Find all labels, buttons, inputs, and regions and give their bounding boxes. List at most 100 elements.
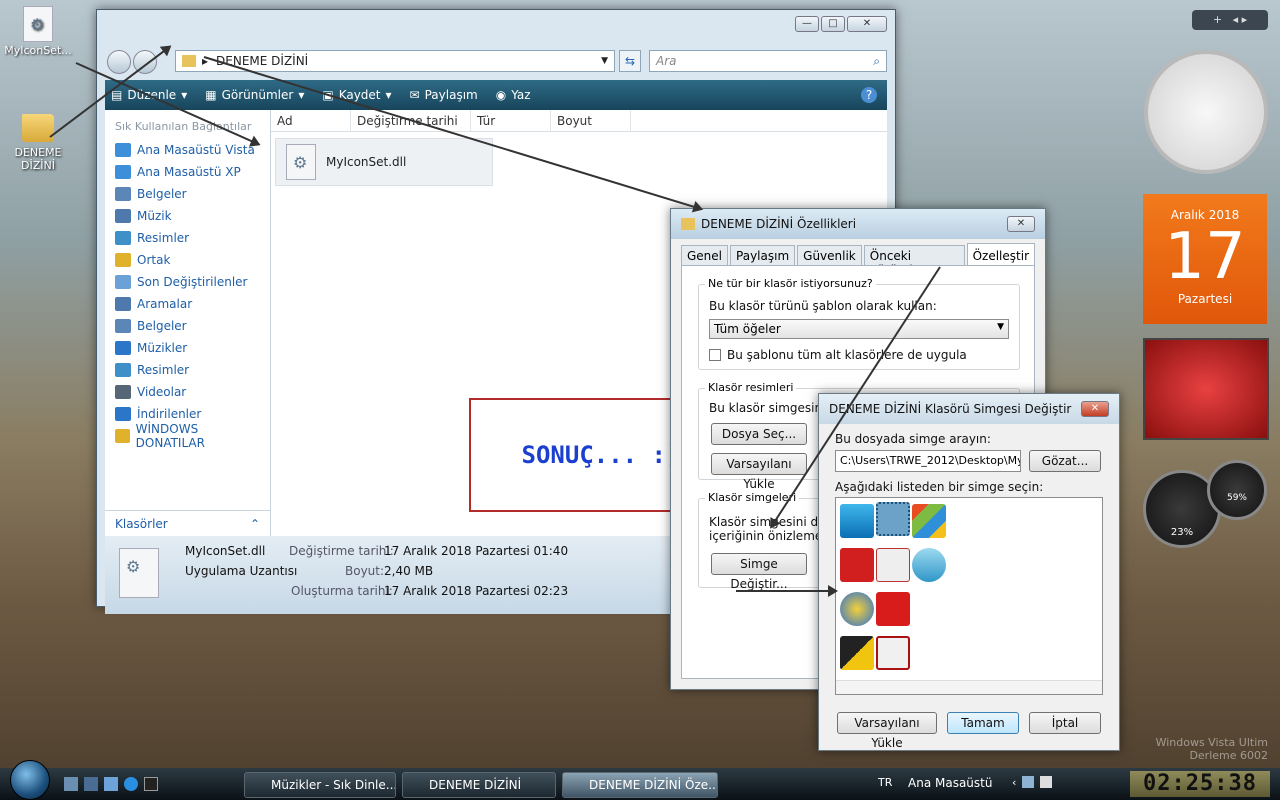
refresh-button[interactable]: ⇆ xyxy=(619,50,641,72)
dll-file-icon xyxy=(23,6,53,42)
share-button[interactable]: ✉ Paylaşım xyxy=(410,88,478,102)
details-name: MyIconSet.dll xyxy=(185,544,266,558)
sidebar-item[interactable]: Belgeler xyxy=(105,183,270,205)
computer-icon[interactable] xyxy=(104,777,118,791)
choose-file-button[interactable]: Dosya Seç... xyxy=(711,423,807,445)
cancel-button[interactable]: İptal xyxy=(1029,712,1101,734)
apply-subfolders-checkbox[interactable] xyxy=(709,349,721,361)
taskbar-item-music[interactable]: Müzikler - Sık Dinle... xyxy=(244,772,396,798)
desktop-icon-dll[interactable]: MyIconSet... xyxy=(0,6,76,57)
restore-default-button[interactable]: Varsayılanı Yükle xyxy=(837,712,937,750)
ok-button[interactable]: Tamam xyxy=(947,712,1019,734)
dll-file-icon xyxy=(286,144,316,180)
icon-list[interactable] xyxy=(835,497,1103,695)
close-button[interactable]: ✕ xyxy=(1007,216,1035,232)
sidebar-item[interactable]: Müzikler xyxy=(105,337,270,359)
restore-default-button[interactable]: Varsayılanı Yükle xyxy=(711,453,807,491)
file-item-dll[interactable]: MyIconSet.dll xyxy=(275,138,493,186)
sidebar-item-label: Müzikler xyxy=(137,341,188,355)
emblem-icon[interactable] xyxy=(876,548,910,582)
network-tray-icon[interactable] xyxy=(1022,776,1035,788)
gadget-sidebar-controls[interactable]: + ◂ ▸ xyxy=(1192,10,1268,30)
sidebar-item[interactable]: WİNDOWS DONATILAR xyxy=(105,422,270,450)
clock-gadget xyxy=(1144,50,1268,174)
sidebar-item[interactable]: Ana Masaüstü XP xyxy=(105,161,270,183)
burn-icon: ◉ xyxy=(495,88,507,102)
usb-drive-icon[interactable] xyxy=(840,636,874,670)
calendar-weekday: Pazartesi xyxy=(1177,292,1233,306)
minimize-button[interactable]: — xyxy=(795,16,819,32)
volume-tray-icon[interactable] xyxy=(1040,776,1053,788)
details-modified-value: 17 Aralık 2018 Pazartesi 01:40 xyxy=(384,544,569,558)
views-menu[interactable]: ▦ Görünümler ▾ xyxy=(205,88,304,102)
desktop-icon-folder[interactable]: DENEME DİZİNİ xyxy=(0,108,76,172)
horizontal-scrollbar[interactable] xyxy=(836,680,1102,694)
chevron-down-icon: ▼ xyxy=(997,322,1004,332)
switch-windows-icon[interactable] xyxy=(84,777,98,791)
template-label: Bu klasör türünü şablon olarak kullan: xyxy=(709,299,937,313)
taskbar: Müzikler - Sık Dinle... DENEME DİZİNİ DE… xyxy=(0,760,1280,800)
monitor-icon[interactable] xyxy=(840,504,874,538)
taskbar-item-properties[interactable]: DENEME DİZİNİ Öze... xyxy=(562,772,718,798)
icon-list-label: Aşağıdaki listeden bir simge seçin: xyxy=(835,480,1044,494)
expand-tray-icon[interactable]: ‹ xyxy=(1012,776,1016,789)
sidebar-item[interactable]: Son Değiştirilenler xyxy=(105,271,270,293)
desktop-toolbar-label[interactable]: Ana Masaüstü xyxy=(908,776,992,790)
change-icon-button[interactable]: Simge Değiştir... xyxy=(711,553,807,591)
sidebar-item[interactable]: Ana Masaüstü Vista xyxy=(105,139,270,161)
template-select[interactable]: Tüm öğeler ▼ xyxy=(709,319,1009,339)
terminal-icon[interactable] xyxy=(144,777,158,791)
help-icon[interactable]: ? xyxy=(861,87,877,103)
sidebar-item[interactable]: Resimler xyxy=(105,359,270,381)
taskbar-clock[interactable]: 02:25:38 xyxy=(1130,771,1270,797)
red-c-icon[interactable] xyxy=(840,548,874,582)
folders-toggle[interactable]: Klasörler ⌃ xyxy=(105,510,270,536)
sidebar-item-label: Aramalar xyxy=(137,297,193,311)
desktop-icon-label: MyIconSet... xyxy=(4,44,72,57)
turkish-flag-icon[interactable] xyxy=(876,592,910,626)
calendar-gadget: Aralık 2018 17 Pazartesi xyxy=(1143,194,1267,324)
quick-launch xyxy=(64,777,158,791)
browse-button[interactable]: Gözat... xyxy=(1029,450,1101,472)
folder-link-icon xyxy=(115,363,131,377)
sidebar-item-label: WİNDOWS DONATILAR xyxy=(135,422,205,450)
media-icon[interactable] xyxy=(912,548,946,582)
sidebar-item[interactable]: Ortak xyxy=(105,249,270,271)
sidebar-item[interactable]: Aramalar xyxy=(105,293,270,315)
close-button[interactable]: ✕ xyxy=(847,16,887,32)
taskbar-item-folder[interactable]: DENEME DİZİNİ xyxy=(402,772,556,798)
close-button[interactable]: ✕ xyxy=(1081,401,1109,417)
network-icon[interactable] xyxy=(876,502,910,536)
template-group: Ne tür bir klasör istiyorsunuz? Bu klasö… xyxy=(698,277,1020,370)
column-size[interactable]: Boyut xyxy=(551,110,631,131)
sidebar-item-label: Son Değiştirilenler xyxy=(137,275,248,289)
folder-link-icon xyxy=(115,385,131,399)
icon-file-path-input[interactable]: C:\Users\TRWE_2012\Desktop\MyIco xyxy=(835,450,1021,472)
search-icon[interactable]: ⌕ xyxy=(873,51,880,71)
windows-logo-icon[interactable] xyxy=(912,504,946,538)
start-button[interactable] xyxy=(10,760,50,800)
column-name[interactable]: Ad xyxy=(271,110,351,131)
search-input[interactable]: Ara ⌕ xyxy=(649,50,887,72)
sidebar-item[interactable]: Videolar xyxy=(105,381,270,403)
language-indicator[interactable]: TR xyxy=(878,776,892,789)
sidebar-item-label: Resimler xyxy=(137,231,190,245)
sidebar-item[interactable]: Müzik xyxy=(105,205,270,227)
globe-icon[interactable] xyxy=(840,592,874,626)
column-type[interactable]: Tür xyxy=(471,110,551,131)
ie-icon[interactable] xyxy=(124,777,138,791)
sidebar-item[interactable]: Resimler xyxy=(105,227,270,249)
maximize-button[interactable]: □ xyxy=(821,16,845,32)
sidebar-item[interactable]: Belgeler xyxy=(105,315,270,337)
apply-subfolders-label: Bu şablonu tüm alt klasörlere de uygula xyxy=(727,348,967,362)
burn-button[interactable]: ◉ Yaz xyxy=(496,88,531,102)
crest-icon[interactable] xyxy=(876,636,910,670)
chevron-down-icon[interactable]: ▼ xyxy=(601,56,608,66)
show-desktop-icon[interactable] xyxy=(64,777,78,791)
folder-icon xyxy=(681,218,695,230)
back-button[interactable] xyxy=(107,50,131,74)
folder-link-icon xyxy=(115,407,131,421)
memory-gauge: 59% xyxy=(1207,460,1267,520)
details-size-value: 2,40 MB xyxy=(384,564,434,578)
details-created-label: Oluşturma tarihi: xyxy=(291,584,393,598)
